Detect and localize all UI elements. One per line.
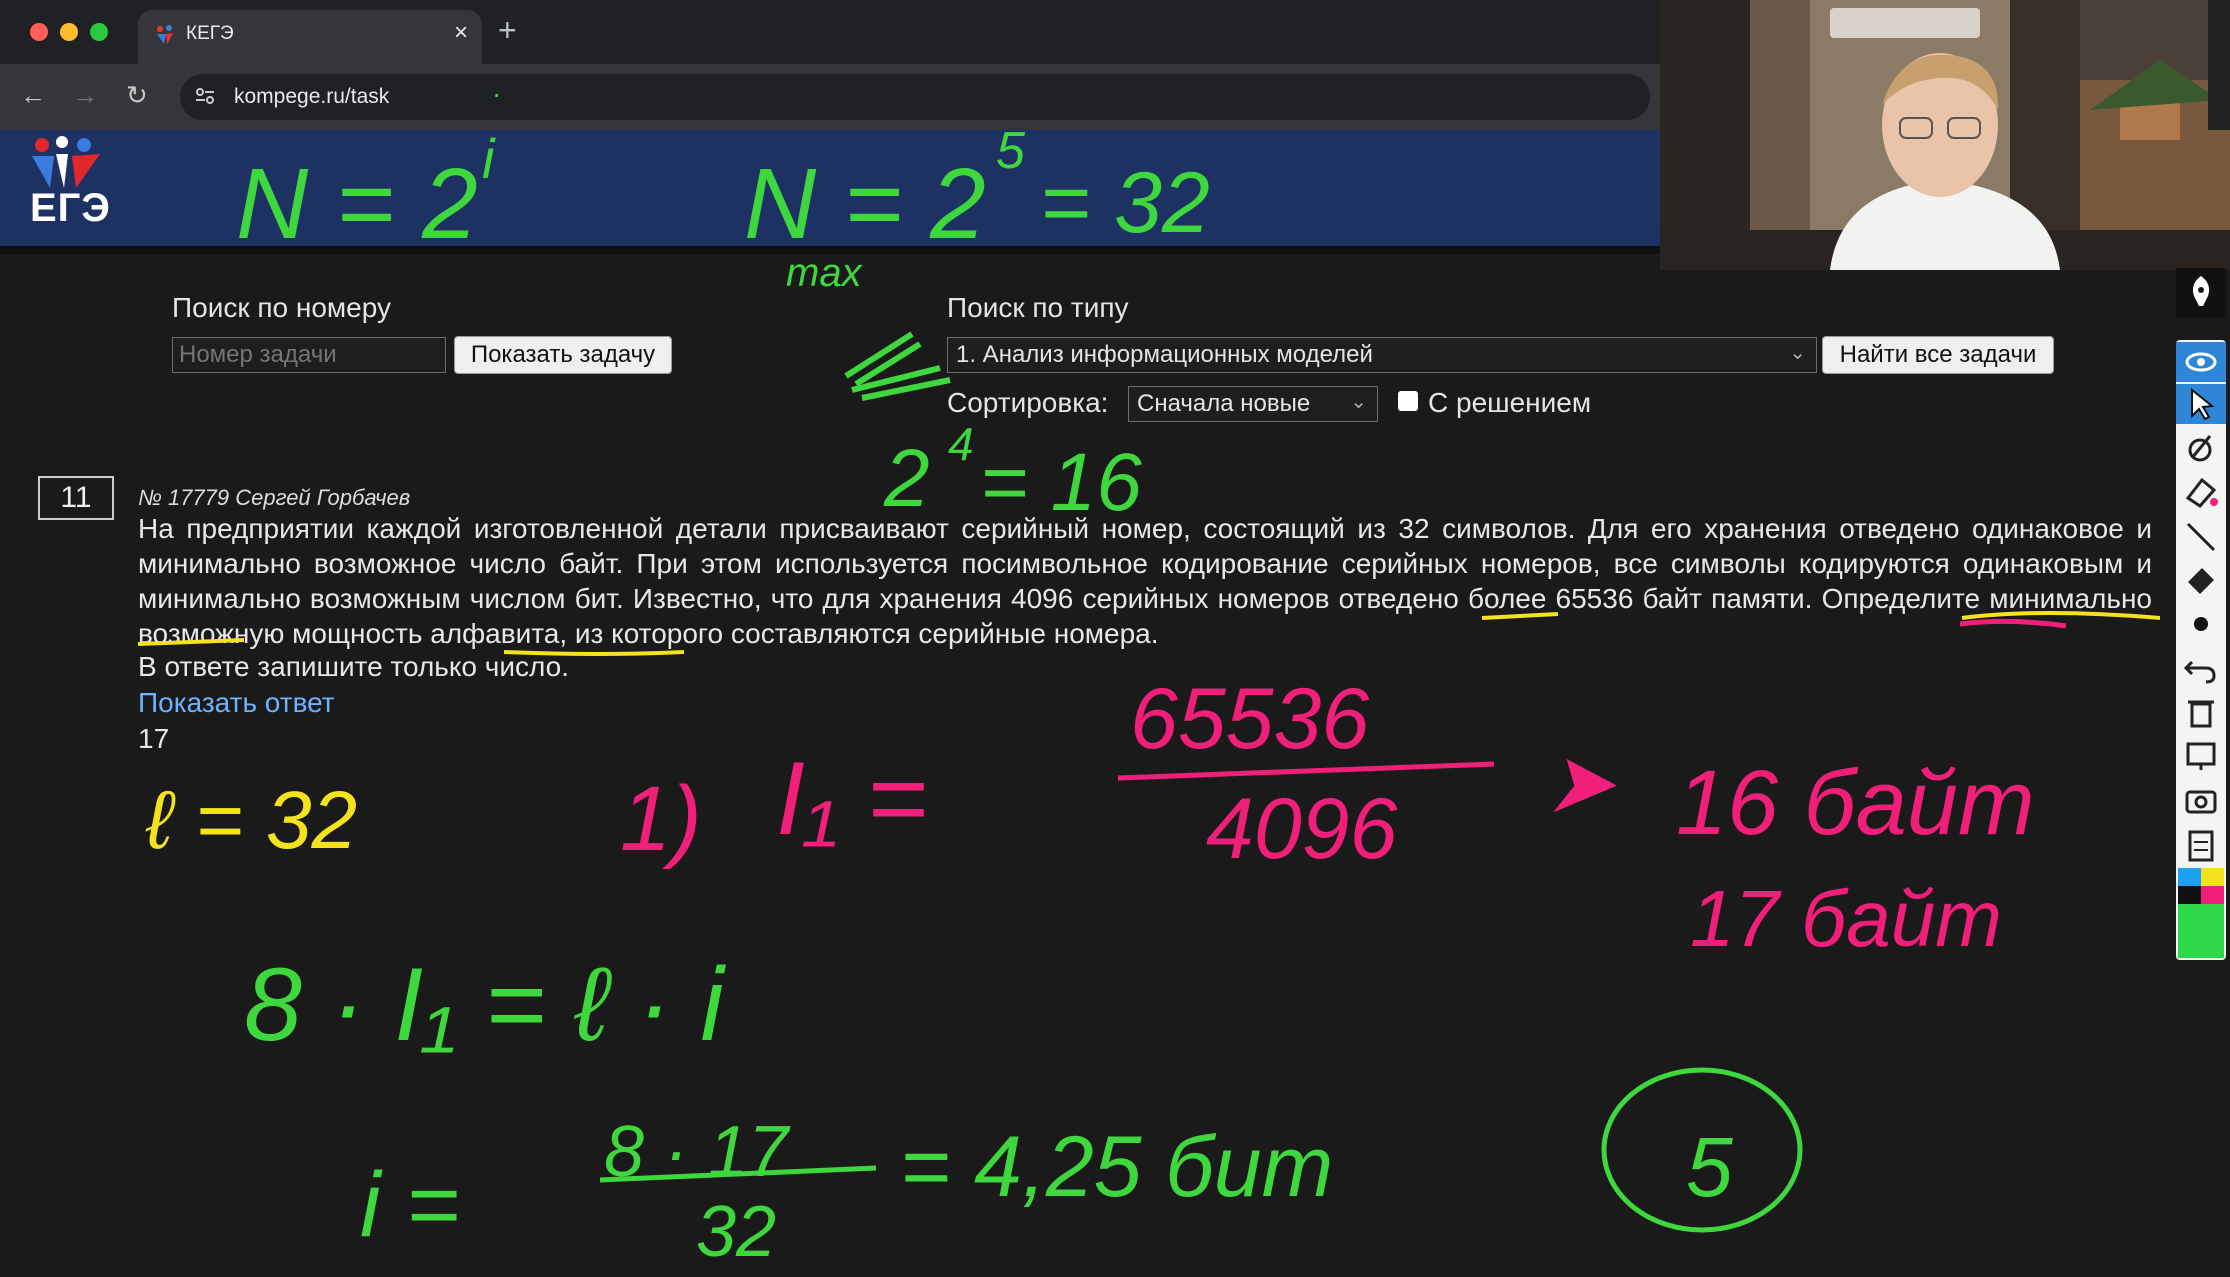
handwriting-overlay: N = 2 i N = 2 5 = 32 max 2 4 = 16 8 · I₁…	[137, 122, 2161, 1272]
formula-eq-32: = 32	[1040, 155, 1210, 251]
formula-exp-5: 5	[996, 122, 1026, 180]
result-arrow: ➤	[1544, 736, 1617, 830]
pow-2: 2	[883, 433, 930, 524]
result-17-bytes: 17 байт	[1690, 874, 2002, 963]
pow-exp-4: 4	[948, 418, 974, 470]
equation-8i1: 8 · I₁ = ℓ · i	[244, 947, 727, 1063]
step-1-label: 1)	[620, 768, 702, 870]
result-16-bytes: 16 байт	[1676, 752, 2035, 854]
l-equals-32: ℓ = 32	[145, 775, 357, 866]
pow-eq-16: = 16	[980, 437, 1142, 528]
i1-label: I₁ =	[776, 741, 927, 857]
formula-n-max: N = 2	[744, 148, 986, 260]
equation-i-rhs: = 4,25 бит	[900, 1119, 1333, 1215]
equation-i-lhs: i =	[360, 1154, 460, 1256]
fraction-numerator: 65536	[1130, 671, 1369, 767]
final-answer: 5	[1686, 1120, 1733, 1214]
max-label: max	[786, 251, 864, 295]
equation-i-den: 32	[696, 1192, 776, 1272]
formula-exp-i: i	[482, 127, 496, 190]
fraction-denominator: 4096	[1206, 781, 1397, 877]
formula-n-2i: N = 2	[236, 148, 478, 260]
